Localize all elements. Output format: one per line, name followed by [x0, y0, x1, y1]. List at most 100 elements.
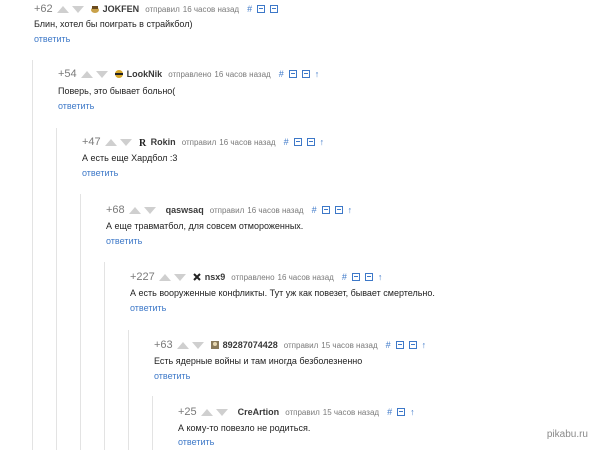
comment-action: отправил: [181, 137, 217, 147]
comment-action: отправлено: [231, 272, 275, 282]
parent-arrow-icon[interactable]: ↑: [315, 69, 320, 79]
comment-action: отправил: [209, 205, 245, 215]
reply-link[interactable]: ответить: [154, 371, 190, 381]
avatar[interactable]: [114, 69, 124, 79]
vote-up-icon[interactable]: [176, 341, 189, 349]
comment-header: +25 CreArtion отправил 15 часов назад # …: [178, 405, 420, 419]
comment-author[interactable]: Rokin: [151, 137, 176, 147]
thread-line: [128, 330, 129, 450]
vote-down-icon[interactable]: [143, 206, 156, 214]
hash-icon[interactable]: #: [247, 4, 252, 14]
vote-down-icon[interactable]: [173, 273, 186, 281]
comment-time: 15 часов назад: [322, 407, 380, 417]
comment-rating: +68: [106, 204, 125, 216]
collapse-icon[interactable]: [351, 273, 360, 281]
parent-arrow-icon[interactable]: ↑: [422, 340, 427, 350]
vote-down-icon[interactable]: [191, 341, 204, 349]
vote-down-icon[interactable]: [71, 5, 84, 13]
comment-rating: +25: [178, 406, 197, 418]
hash-icon[interactable]: #: [386, 340, 391, 350]
comment-author[interactable]: 89287074428: [223, 340, 278, 350]
parent-arrow-icon[interactable]: ↑: [320, 137, 325, 147]
save-icon[interactable]: [270, 5, 279, 13]
comment-rating: +47: [82, 136, 101, 148]
save-icon[interactable]: [397, 408, 406, 416]
watermark: pikabu.ru: [546, 429, 588, 440]
reply-link[interactable]: ответить: [82, 168, 118, 178]
collapse-icon[interactable]: [288, 70, 297, 78]
parent-arrow-icon[interactable]: ↑: [348, 205, 353, 215]
save-icon[interactable]: [334, 206, 343, 214]
parent-arrow-icon[interactable]: ↑: [410, 407, 415, 417]
comment-author[interactable]: JOKFEN: [103, 4, 140, 14]
comment-action: отправлено: [168, 69, 212, 79]
hash-icon[interactable]: #: [387, 407, 392, 417]
comment-time: 16 часов назад: [247, 205, 304, 215]
comment-text: А кому-то повезло не родиться.: [178, 423, 311, 433]
comment-header: +54 LookNik отправлено 16 часов назад # …: [58, 67, 324, 81]
comment-rating: +54: [58, 68, 77, 80]
thread-line: [32, 60, 33, 450]
comment-text: А есть еще Хардбол :3: [82, 153, 178, 163]
collapse-icon[interactable]: [257, 5, 266, 13]
hash-icon[interactable]: #: [342, 272, 347, 282]
collapse-icon[interactable]: [395, 341, 404, 349]
comment-action: отправил: [285, 407, 320, 417]
thread-line: [56, 128, 57, 450]
collapse-icon[interactable]: [293, 138, 302, 146]
comment-rating: +62: [34, 3, 53, 15]
reply-link[interactable]: ответить: [178, 437, 214, 447]
comment-time: 16 часов назад: [214, 69, 271, 79]
thread-line: [152, 396, 153, 450]
save-icon[interactable]: [301, 70, 310, 78]
comment-time: 15 часов назад: [321, 340, 378, 350]
reply-link[interactable]: ответить: [58, 101, 94, 111]
avatar[interactable]: [192, 272, 202, 282]
comment-text: А есть вооруженные конфликты. Тут уж как…: [130, 288, 435, 298]
reply-link[interactable]: ответить: [34, 34, 70, 44]
comment-time: 16 часов назад: [219, 137, 276, 147]
avatar[interactable]: [90, 4, 100, 14]
comment-action: отправил: [145, 4, 180, 14]
hash-icon[interactable]: #: [312, 205, 317, 215]
reply-link[interactable]: ответить: [130, 303, 166, 313]
comment-header: +62 JOKFEN отправил 16 часов назад #: [34, 2, 283, 16]
thread-line: [104, 262, 105, 450]
reply-link[interactable]: ответить: [106, 236, 142, 246]
comment-header: +47 R Rokin отправил 16 часов назад # ↑: [82, 135, 329, 149]
vote-up-icon[interactable]: [200, 408, 213, 416]
comment-time: 16 часов назад: [277, 272, 334, 282]
save-icon[interactable]: [364, 273, 373, 281]
avatar[interactable]: R: [138, 137, 148, 147]
comment-rating: +63: [154, 339, 173, 351]
comment-author[interactable]: qaswsaq: [166, 205, 204, 215]
comment-time: 16 часов назад: [182, 4, 240, 14]
vote-down-icon[interactable]: [215, 408, 228, 416]
vote-down-icon[interactable]: [95, 70, 108, 78]
save-icon[interactable]: [306, 138, 315, 146]
comment-text: Блин, хотел бы поиграть в страйкбол): [34, 19, 193, 29]
save-icon[interactable]: [408, 341, 417, 349]
comment-text: Поверь, это бывает больно(: [58, 86, 176, 96]
vote-up-icon[interactable]: [128, 206, 141, 214]
avatar[interactable]: [210, 340, 220, 350]
parent-arrow-icon[interactable]: ↑: [378, 272, 383, 282]
comment-author[interactable]: nsx9: [205, 272, 226, 282]
vote-up-icon[interactable]: [56, 5, 69, 13]
svg-text:R: R: [139, 138, 147, 147]
comment-rating: +227: [130, 271, 155, 283]
vote-up-icon[interactable]: [158, 273, 171, 281]
comment-author[interactable]: LookNik: [127, 69, 163, 79]
hash-icon[interactable]: #: [284, 137, 289, 147]
comment-text: Есть ядерные войны и там иногда безболез…: [154, 356, 363, 366]
collapse-icon[interactable]: [321, 206, 330, 214]
comment-header: +227 nsx9 отправлено 16 часов назад # ↑: [130, 270, 387, 284]
comment-action: отправил: [283, 340, 319, 350]
hash-icon[interactable]: #: [279, 69, 284, 79]
vote-up-icon[interactable]: [80, 70, 93, 78]
vote-up-icon[interactable]: [104, 138, 117, 146]
comment-text: А еще травматбол, для совсем отмороженны…: [106, 221, 304, 231]
comment-author[interactable]: CreArtion: [238, 407, 280, 417]
comment-header: +63 89287074428 отправил 15 часов назад …: [154, 338, 431, 352]
vote-down-icon[interactable]: [119, 138, 132, 146]
